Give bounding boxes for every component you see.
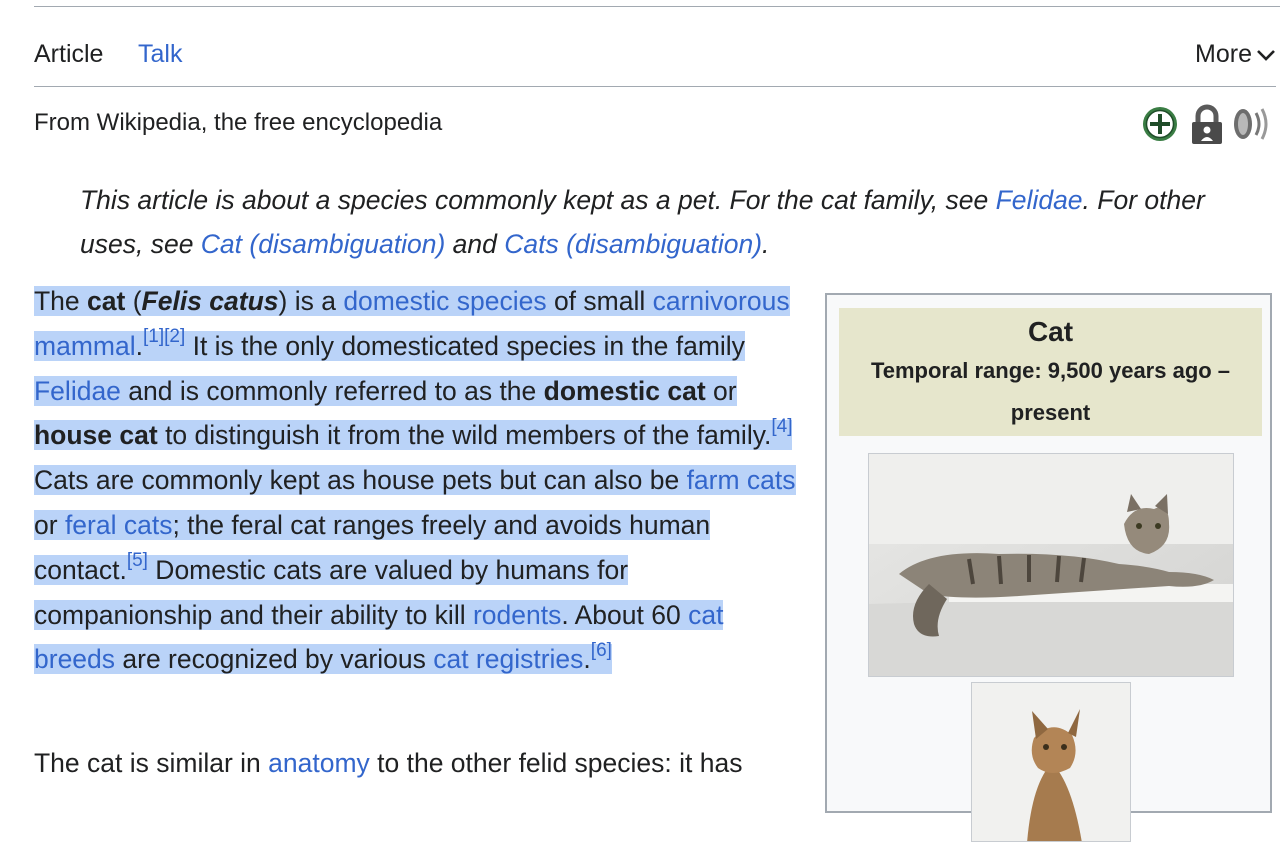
second-paragraph: The cat is similar in anatomy to the oth… xyxy=(34,741,804,786)
plus-icon[interactable] xyxy=(1142,104,1180,149)
more-label: More xyxy=(1195,40,1252,68)
site-tagline: From Wikipedia, the free encyclopedia xyxy=(34,109,443,136)
text: Cats are commonly kept as house pets but… xyxy=(34,465,687,496)
chevron-down-icon xyxy=(1257,50,1275,62)
text: of small xyxy=(546,286,653,316)
citation-1[interactable]: [1] xyxy=(143,326,164,347)
page-indicators xyxy=(1142,104,1274,144)
link-felidae-family[interactable]: Felidae xyxy=(996,185,1083,215)
text: . xyxy=(135,330,143,361)
more-menu[interactable]: More xyxy=(1195,40,1276,69)
text: to the other felid species: it has xyxy=(369,748,743,778)
text: . xyxy=(583,644,591,675)
bold-term: domestic cat xyxy=(543,375,706,406)
text: The cat is similar in xyxy=(34,748,269,778)
text: ) is a xyxy=(278,286,344,316)
link-cat-disambiguation[interactable]: Cat (disambiguation) xyxy=(201,229,446,259)
citation-4[interactable]: [4] xyxy=(771,416,792,437)
lock-icon[interactable] xyxy=(1190,104,1224,151)
citation-2[interactable]: [2] xyxy=(164,326,185,347)
tab-talk[interactable]: Talk xyxy=(138,40,182,69)
link-domestic-species[interactable]: domestic species xyxy=(343,286,546,316)
text: to distinguish it from the wild members … xyxy=(157,420,772,451)
link-anatomy[interactable]: anatomy xyxy=(268,748,370,778)
citation-6[interactable]: [6] xyxy=(591,640,612,661)
temporal-range: Temporal range: 9,500 years ago – presen… xyxy=(870,358,1231,425)
link-cat-registries[interactable]: cat registries xyxy=(433,644,583,674)
infobox-title: Cat xyxy=(1027,316,1074,347)
audio-icon[interactable] xyxy=(1232,104,1274,149)
text: . About 60 xyxy=(561,599,689,630)
scientific-name: Felis catus xyxy=(141,286,279,316)
text: and is commonly referred to as the xyxy=(120,375,544,406)
text: The xyxy=(34,286,88,316)
text: It is the only domesticated species in t… xyxy=(185,330,745,361)
text: or xyxy=(34,509,65,540)
header-divider xyxy=(34,6,1280,7)
hatnote-text: This article is about a species commonly… xyxy=(80,185,996,215)
selected-text[interactable]: The cat (Felis catus) is a domestic spec… xyxy=(34,286,796,675)
link-farm-cats[interactable]: farm cats xyxy=(687,465,796,495)
hatnote-text: and xyxy=(445,229,505,259)
abyssinian-cat-image[interactable] xyxy=(971,682,1131,842)
lead-paragraph: The cat (Felis catus) is a domestic spec… xyxy=(34,279,804,682)
tab-article[interactable]: Article xyxy=(34,40,103,69)
infobox-header: Cat Temporal range: 9,500 years ago – pr… xyxy=(839,308,1262,436)
link-felidae[interactable]: Felidae xyxy=(34,376,121,406)
link-rodents[interactable]: rodents xyxy=(473,600,561,630)
infobox: Cat Temporal range: 9,500 years ago – pr… xyxy=(825,293,1272,842)
bold-term: house cat xyxy=(34,420,158,451)
citation-5[interactable]: [5] xyxy=(127,550,148,571)
hatnote-text: . xyxy=(762,229,770,259)
hatnote: This article is about a species commonly… xyxy=(80,178,1275,266)
text: or xyxy=(705,375,737,406)
link-cats-disambiguation[interactable]: Cats (disambiguation) xyxy=(504,229,762,259)
link-feral-cats[interactable]: feral cats xyxy=(65,510,173,540)
text: are recognized by various xyxy=(115,644,434,675)
page-tabs: Article Talk More xyxy=(34,38,1276,87)
bold-term: cat xyxy=(87,286,126,316)
tabby-cat-image[interactable] xyxy=(868,453,1234,677)
text: ( xyxy=(125,286,142,316)
